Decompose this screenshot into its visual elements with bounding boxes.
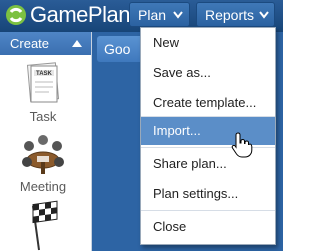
plan-menu-label: Plan bbox=[138, 7, 167, 23]
svg-text:TASK: TASK bbox=[36, 71, 53, 77]
plan-menu-button[interactable]: Plan bbox=[129, 2, 190, 27]
hand-pointer-cursor-icon bbox=[231, 132, 253, 158]
meeting-tool-label: Meeting bbox=[19, 179, 67, 194]
menu-divider bbox=[141, 147, 275, 148]
task-icon: TASK bbox=[26, 62, 60, 103]
create-sidebar: Create TASK Task Meeting bbox=[0, 32, 92, 251]
menu-item-plan-settings[interactable]: Plan settings... bbox=[141, 180, 275, 208]
create-milestone-tool[interactable] bbox=[0, 200, 91, 251]
create-task-tool[interactable]: TASK Task bbox=[0, 60, 91, 124]
app-title: GamePlan bbox=[30, 2, 130, 27]
reports-menu-label: Reports bbox=[205, 7, 255, 23]
create-label: Create bbox=[10, 36, 50, 51]
milestone-flag-icon bbox=[32, 200, 58, 251]
menu-item-close[interactable]: Close bbox=[141, 213, 275, 241]
chevron-down-icon bbox=[173, 11, 183, 19]
plan-dropdown-menu: New Save as... Create template... Import… bbox=[140, 27, 276, 245]
menu-item-save-as[interactable]: Save as... bbox=[141, 59, 275, 87]
menu-divider bbox=[141, 210, 275, 211]
menu-item-new[interactable]: New bbox=[141, 29, 275, 57]
gameplan-logo-icon bbox=[6, 5, 26, 25]
menu-item-share-plan[interactable]: Share plan... bbox=[141, 150, 275, 178]
chevron-down-icon bbox=[259, 11, 269, 19]
menu-item-create-template[interactable]: Create template... bbox=[141, 89, 275, 117]
menu-item-import[interactable]: Import... bbox=[141, 117, 275, 145]
task-tool-label: Task bbox=[29, 109, 57, 124]
create-meeting-tool[interactable]: Meeting bbox=[0, 132, 91, 194]
create-panel-header[interactable]: Create bbox=[0, 32, 91, 55]
collapse-up-icon bbox=[72, 40, 82, 47]
meeting-icon bbox=[22, 135, 64, 174]
reports-menu-button[interactable]: Reports bbox=[196, 2, 275, 27]
